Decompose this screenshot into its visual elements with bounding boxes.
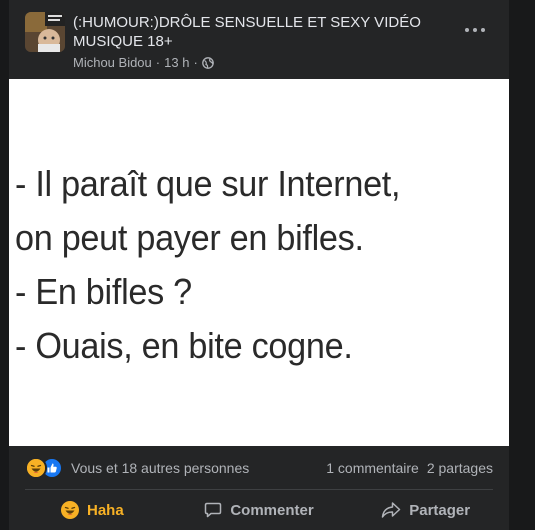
meta-separator: ·: [155, 55, 161, 70]
globe-icon: [201, 56, 214, 69]
dot: [481, 28, 485, 32]
dot: [465, 28, 469, 32]
comment-label: Commenter: [230, 501, 314, 519]
meme-text: - Il paraît que sur Internet, on peut pa…: [15, 157, 509, 373]
meme-line: - Il paraît que sur Internet,: [15, 163, 401, 204]
post-card: (:HUMOUR:)DRÔLE SENSUELLE ET SEXY VIDÉO …: [9, 0, 509, 530]
haha-icon: [60, 501, 79, 519]
comment-icon: [204, 501, 222, 519]
dot: [473, 28, 477, 32]
meme-line: on peut payer en bifles.: [15, 217, 364, 258]
group-avatar[interactable]: [25, 12, 65, 52]
meme-line: - En bifles ?: [15, 271, 192, 312]
post-actions: Haha Commenter Partager: [9, 490, 509, 530]
haha-icon: [25, 457, 47, 479]
post-time[interactable]: 13 h: [164, 55, 189, 70]
reaction-icons[interactable]: [25, 457, 63, 479]
share-button[interactable]: Partager: [342, 492, 509, 528]
post-header: (:HUMOUR:)DRÔLE SENSUELLE ET SEXY VIDÉO …: [9, 0, 509, 80]
share-icon: [381, 501, 401, 519]
share-count[interactable]: 2 partages: [427, 460, 493, 476]
post-meta: Michou Bidou · 13 h ·: [73, 55, 214, 70]
post-image[interactable]: - Il paraît que sur Internet, on peut pa…: [9, 79, 509, 446]
comment-count[interactable]: 1 commentaire: [326, 460, 419, 476]
comment-button[interactable]: Commenter: [176, 492, 343, 528]
more-options-icon[interactable]: [457, 18, 493, 42]
haha-label: Haha: [86, 501, 124, 519]
engagement-counts: 1 commentaire 2 partages: [326, 460, 493, 476]
share-label: Partager: [409, 501, 471, 519]
haha-button[interactable]: Haha: [9, 492, 176, 528]
post-title[interactable]: (:HUMOUR:)DRÔLE SENSUELLE ET SEXY VIDÉO …: [73, 13, 433, 51]
meta-separator: ·: [193, 55, 198, 70]
meme-line: - Ouais, en bite cogne.: [15, 325, 353, 366]
reactions-summary[interactable]: Vous et 18 autres personnes: [71, 460, 249, 476]
author-name[interactable]: Michou Bidou: [73, 55, 152, 70]
post-stats: Vous et 18 autres personnes 1 commentair…: [9, 446, 509, 490]
